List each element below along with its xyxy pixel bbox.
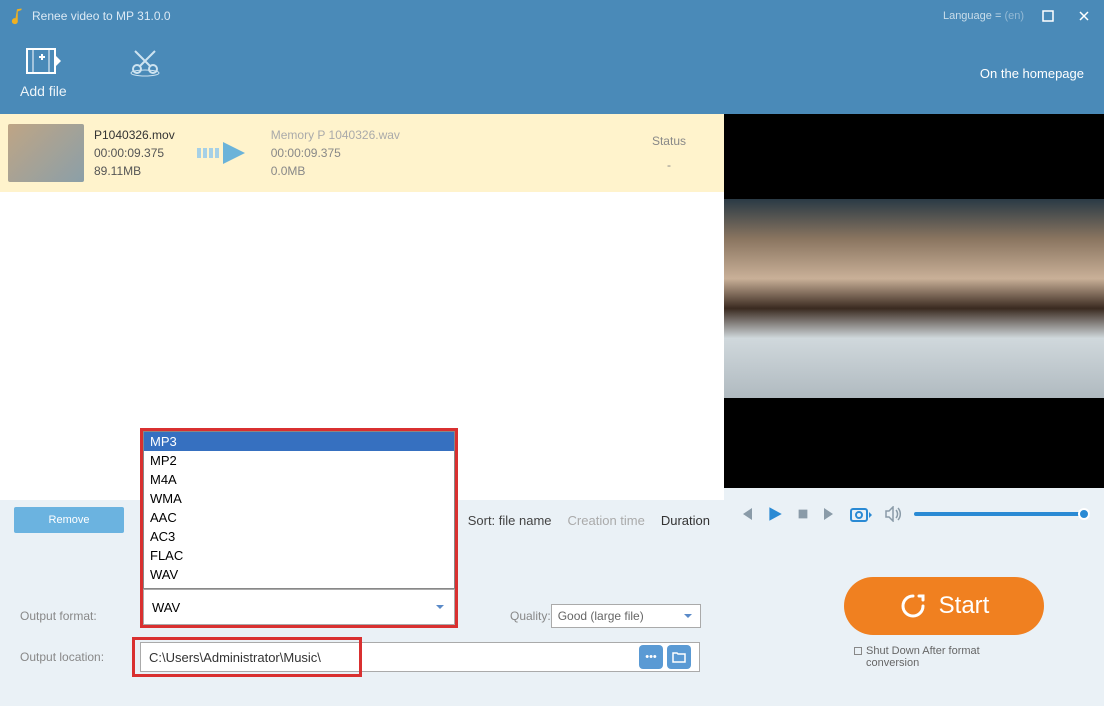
format-selected-value: WAV bbox=[152, 600, 180, 615]
browse-button[interactable]: ••• bbox=[639, 645, 663, 669]
target-size: 0.0MB bbox=[271, 164, 400, 178]
chevron-down-icon bbox=[434, 601, 446, 613]
open-folder-button[interactable] bbox=[667, 645, 691, 669]
format-option[interactable]: M4A bbox=[144, 470, 454, 489]
preview-panel bbox=[724, 114, 1104, 540]
cut-button[interactable] bbox=[127, 47, 163, 99]
format-option[interactable]: FLAC bbox=[144, 546, 454, 565]
source-duration: 00:00:09.375 bbox=[94, 146, 175, 160]
homepage-link[interactable]: On the homepage bbox=[980, 66, 1084, 81]
file-thumbnail bbox=[8, 124, 84, 182]
start-button[interactable]: Start bbox=[844, 577, 1044, 635]
toolbar: Add file On the homepage bbox=[0, 32, 1104, 114]
format-option[interactable]: WMA bbox=[144, 489, 454, 508]
target-file-info: Memory P 1040326.wav 00:00:09.375 0.0MB bbox=[271, 128, 400, 178]
volume-icon[interactable] bbox=[884, 506, 902, 522]
maximize-button[interactable] bbox=[1036, 4, 1060, 28]
output-format-label: Output format: bbox=[20, 609, 140, 623]
output-path-input[interactable]: C:\Users\Administrator\Music\ ••• bbox=[140, 642, 700, 672]
format-option[interactable]: AC3 bbox=[144, 527, 454, 546]
source-size: 89.11MB bbox=[94, 164, 175, 178]
format-option[interactable]: AAC bbox=[144, 508, 454, 527]
target-duration: 00:00:09.375 bbox=[271, 146, 400, 160]
scissors-icon bbox=[127, 47, 163, 77]
format-dropdown: MP3MP2M4AWMAAACAC3FLACWAV WAV bbox=[140, 428, 458, 628]
quality-select[interactable]: Good (large file) bbox=[551, 604, 701, 628]
format-option[interactable]: MP2 bbox=[144, 451, 454, 470]
shutdown-checkbox[interactable]: Shut Down After format conversion bbox=[854, 645, 1034, 669]
app-logo-icon bbox=[8, 7, 26, 25]
volume-slider[interactable] bbox=[914, 512, 1090, 516]
play-button[interactable] bbox=[766, 505, 784, 523]
format-option[interactable]: WAV bbox=[144, 565, 454, 584]
source-filename: P1040326.mov bbox=[94, 128, 175, 142]
app-title: Renee video to MP 31.0.0 bbox=[32, 9, 171, 23]
quality-value: Good (large file) bbox=[558, 609, 644, 623]
titlebar: Renee video to MP 31.0.0 Language = (en) bbox=[0, 0, 1104, 32]
output-location-label: Output location: bbox=[20, 650, 140, 664]
sort-filename[interactable]: Sort: file name bbox=[468, 513, 552, 528]
status-column: Status - bbox=[652, 134, 716, 172]
convert-arrow-icon bbox=[195, 138, 251, 168]
sort-creation[interactable]: Creation time bbox=[568, 513, 645, 528]
prev-button[interactable] bbox=[738, 506, 754, 522]
checkbox-icon bbox=[854, 647, 862, 655]
file-row[interactable]: P1040326.mov 00:00:09.375 89.11MB Memory… bbox=[0, 114, 724, 192]
film-add-icon bbox=[25, 47, 61, 77]
preview-image bbox=[724, 199, 1104, 398]
status-header: Status bbox=[652, 134, 686, 148]
next-button[interactable] bbox=[822, 506, 838, 522]
remove-button[interactable]: Remove bbox=[14, 507, 124, 533]
format-select[interactable]: WAV bbox=[143, 589, 455, 625]
status-value: - bbox=[652, 158, 686, 172]
format-option[interactable]: MP3 bbox=[144, 432, 454, 451]
source-file-info: P1040326.mov 00:00:09.375 89.11MB bbox=[94, 128, 175, 178]
close-button[interactable] bbox=[1072, 4, 1096, 28]
refresh-icon bbox=[899, 592, 927, 620]
target-filename: Memory P 1040326.wav bbox=[271, 128, 400, 142]
language-label[interactable]: Language = (en) bbox=[943, 10, 1024, 22]
quality-label: Quality: bbox=[510, 609, 551, 623]
sort-duration[interactable]: Duration bbox=[661, 513, 710, 528]
format-list[interactable]: MP3MP2M4AWMAAACAC3FLACWAV bbox=[143, 431, 455, 589]
chevron-down-icon bbox=[682, 610, 694, 622]
output-location-row: Output location: C:\Users\Administrator\… bbox=[20, 642, 804, 672]
output-path-value: C:\Users\Administrator\Music\ bbox=[149, 650, 321, 665]
player-controls bbox=[724, 488, 1104, 540]
stop-button[interactable] bbox=[796, 507, 810, 521]
add-file-button[interactable]: Add file bbox=[20, 47, 67, 99]
action-panel: Start Shut Down After format conversion bbox=[804, 554, 1084, 692]
sort-group: Sort: file name Creation time Duration bbox=[468, 513, 710, 528]
snapshot-button[interactable] bbox=[850, 506, 872, 522]
